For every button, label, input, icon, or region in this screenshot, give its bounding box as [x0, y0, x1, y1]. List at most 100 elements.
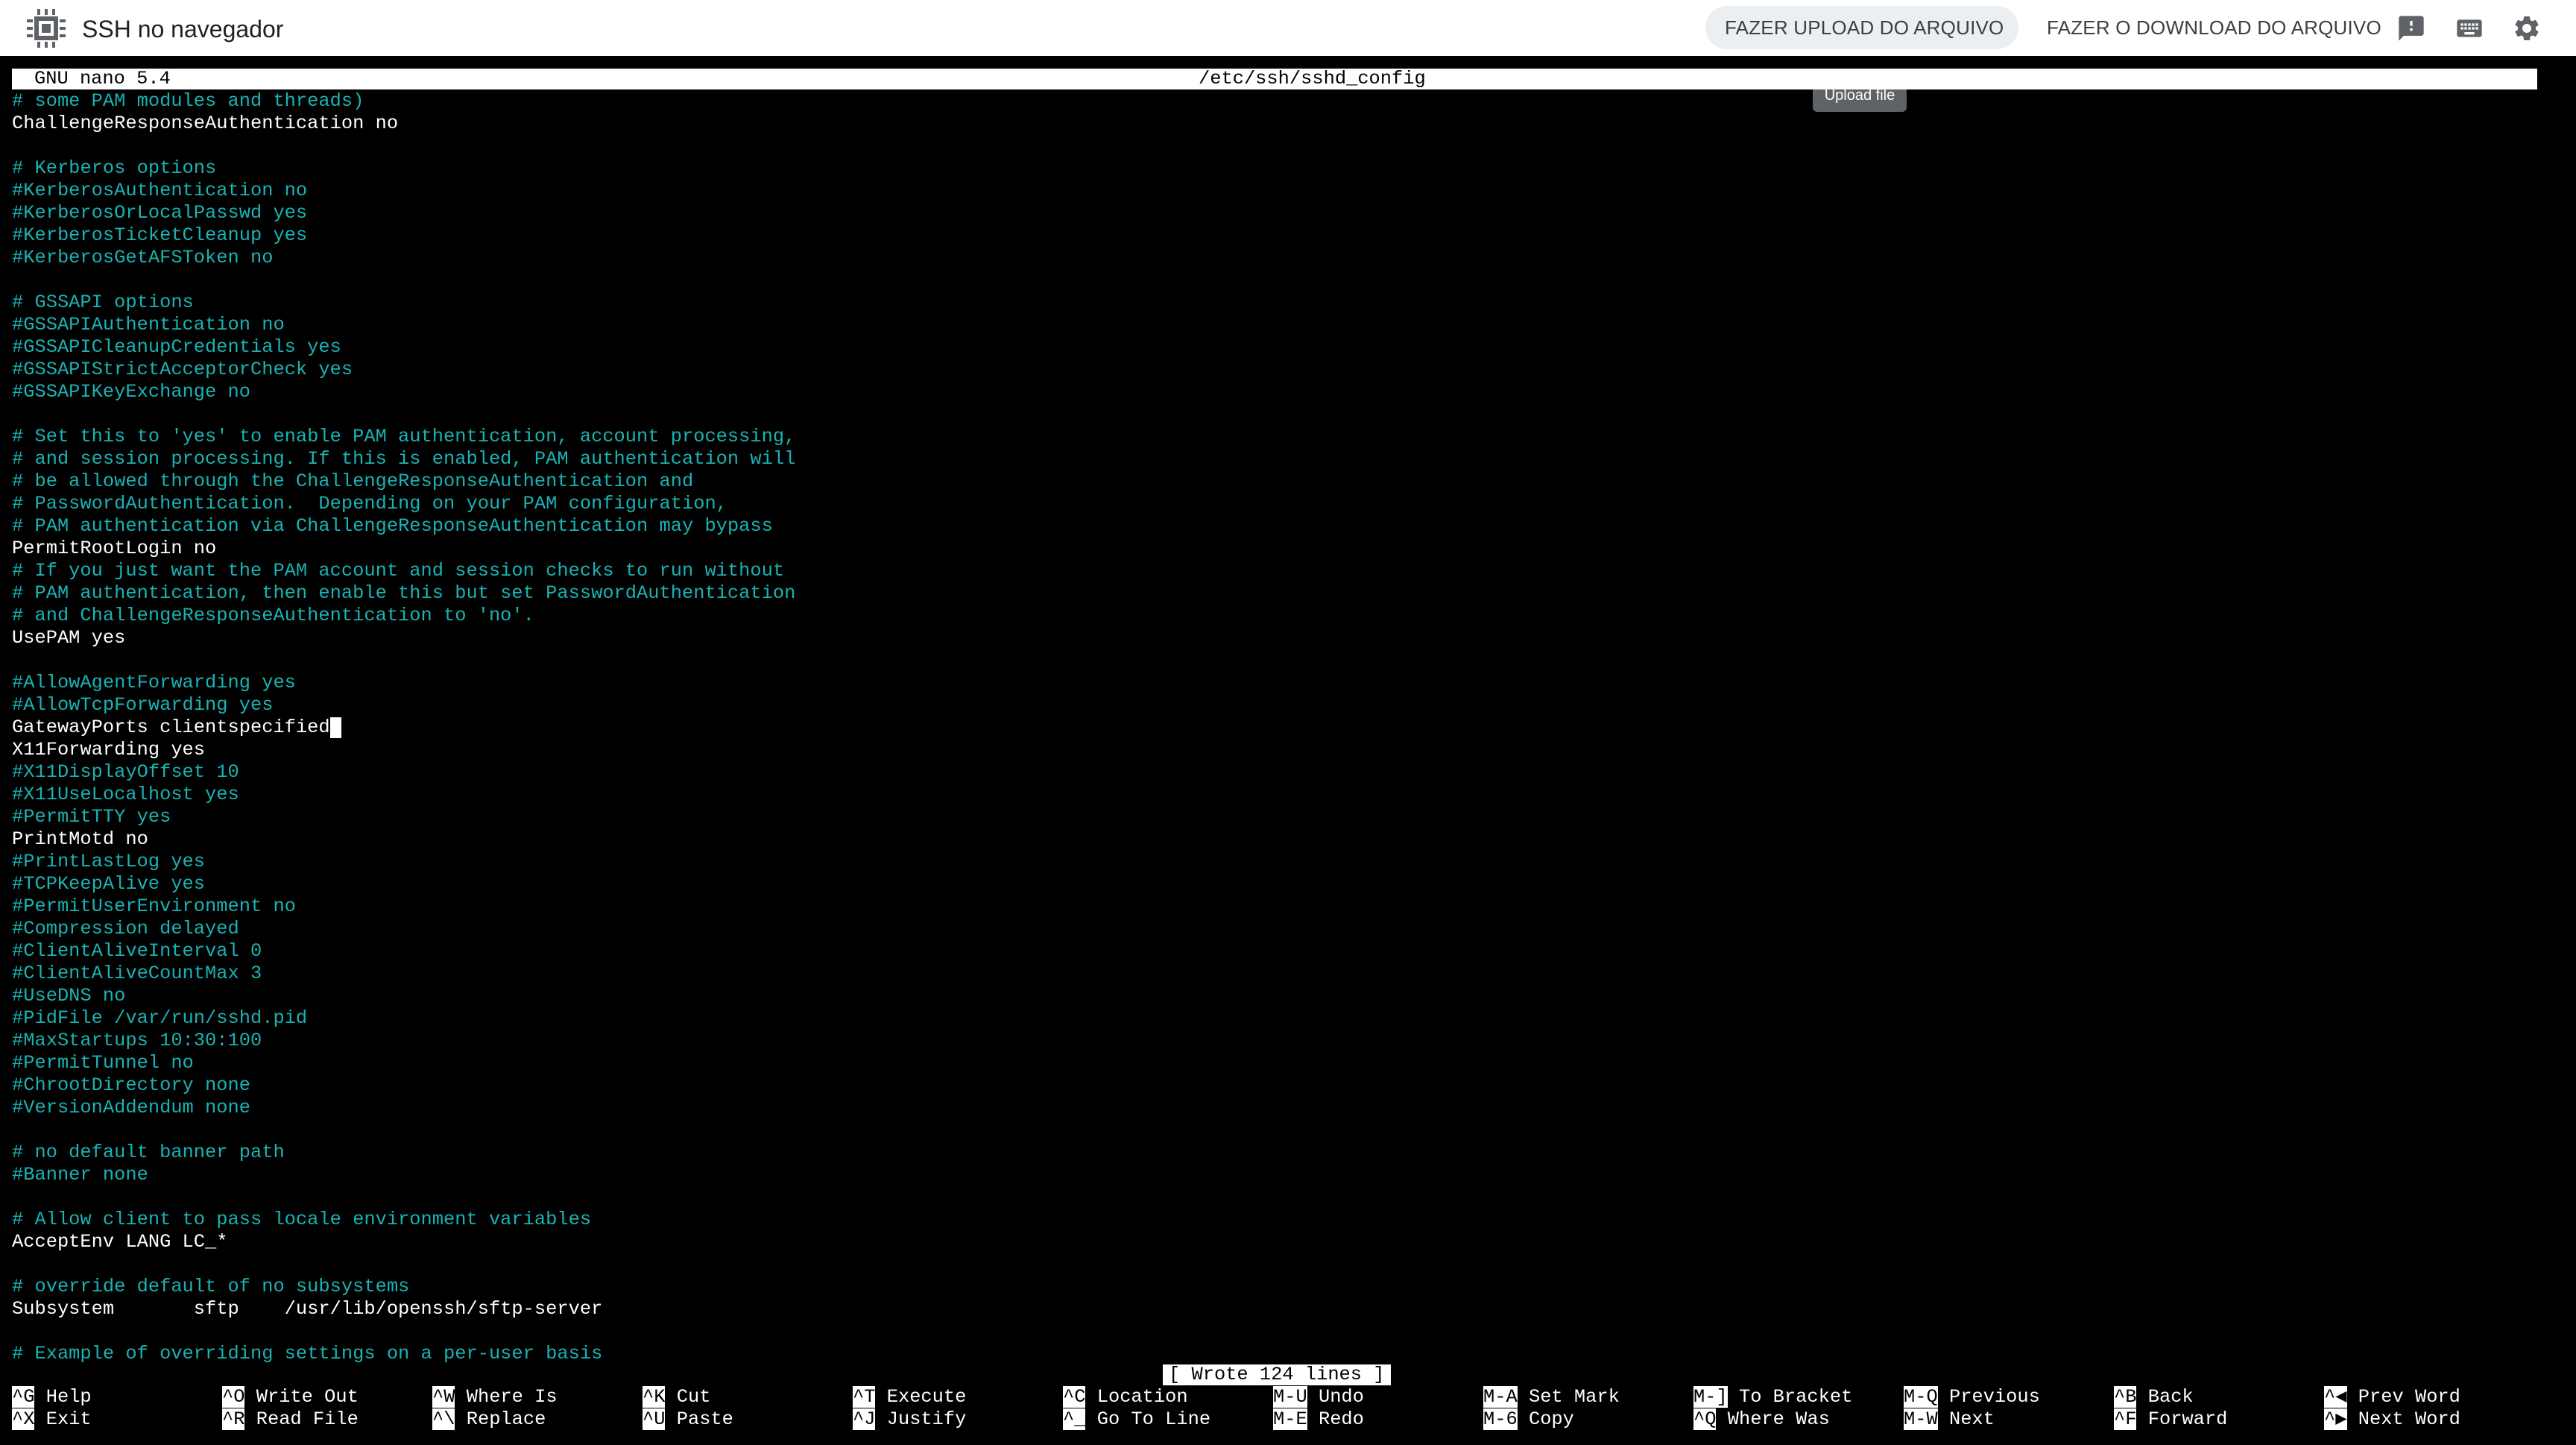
shortcut-item: ^X Exit [12, 1408, 92, 1431]
editor-line[interactable] [12, 1320, 795, 1343]
editor-line[interactable] [12, 1253, 795, 1276]
nano-title-bar: GNU nano 5.4 /etc/ssh/sshd_config [12, 69, 2537, 89]
download-file-button[interactable]: FAZER O DOWNLOAD DO ARQUIVO [2027, 6, 2381, 49]
editor-line[interactable]: # PasswordAuthentication. Depending on y… [12, 493, 795, 515]
editor-line[interactable]: # Allow client to pass locale environmen… [12, 1209, 795, 1231]
shortcut-label: To Bracket [1727, 1386, 1853, 1408]
shortcut-key: M-A [1483, 1386, 1518, 1408]
editor-line[interactable]: # PAM authentication via ChallengeRespon… [12, 515, 795, 538]
editor-line[interactable]: # Example of overriding settings on a pe… [12, 1343, 795, 1365]
editor-line[interactable]: # override default of no subsystems [12, 1276, 795, 1298]
editor-line[interactable]: #GSSAPICleanupCredentials yes [12, 336, 795, 359]
editor-line[interactable]: #KerberosTicketCleanup yes [12, 224, 795, 247]
editor-line-text: #GSSAPIStrictAcceptorCheck yes [12, 359, 353, 380]
editor-line[interactable]: #VersionAddendum none [12, 1097, 795, 1119]
feedback-icon[interactable] [2396, 13, 2426, 43]
editor-line-text: #X11DisplayOffset 10 [12, 761, 239, 783]
editor-content[interactable]: # some PAM modules and threads) Challenge… [12, 90, 795, 1365]
text-cursor [329, 717, 341, 738]
editor-line[interactable]: #AllowTcpForwarding yes [12, 694, 795, 717]
editor-line[interactable]: GatewayPorts clientspecified [12, 717, 795, 739]
editor-line[interactable]: #ClientAliveInterval 0 [12, 940, 795, 963]
editor-line[interactable] [12, 135, 795, 157]
editor-line-text: PermitRootLogin no [12, 538, 217, 559]
shortcut-key: ^W [432, 1386, 455, 1408]
editor-line[interactable]: #GSSAPIKeyExchange no [12, 381, 795, 403]
editor-line-text: #GSSAPIKeyExchange no [12, 381, 250, 403]
editor-line[interactable]: #ChrootDirectory none [12, 1074, 795, 1097]
editor-line[interactable]: # GSSAPI options [12, 292, 795, 314]
editor-line[interactable]: AcceptEnv LANG LC_* [12, 1231, 795, 1253]
editor-line[interactable]: #AllowAgentForwarding yes [12, 672, 795, 694]
shortcut-item: ^C Location [1063, 1386, 1188, 1408]
editor-line[interactable]: #GSSAPIStrictAcceptorCheck yes [12, 359, 795, 381]
editor-line[interactable]: #Compression delayed [12, 918, 795, 940]
editor-line[interactable]: # Kerberos options [12, 157, 795, 180]
editor-line[interactable]: # and session processing. If this is ena… [12, 448, 795, 470]
editor-line[interactable]: UsePAM yes [12, 627, 795, 649]
editor-line[interactable]: PermitRootLogin no [12, 538, 795, 560]
shortcut-item: ^_ Go To Line [1063, 1408, 1210, 1431]
shortcut-key: ^C [1063, 1386, 1086, 1408]
editor-line[interactable]: #KerberosGetAFSToken no [12, 247, 795, 269]
editor-line[interactable]: PrintMotd no [12, 828, 795, 851]
editor-line[interactable]: #PermitUserEnvironment no [12, 895, 795, 918]
editor-line-text: #PidFile /var/run/sshd.pid [12, 1007, 308, 1029]
editor-line[interactable]: #PermitTTY yes [12, 806, 795, 828]
editor-line[interactable]: Subsystem sftp /usr/lib/openssh/sftp-ser… [12, 1298, 795, 1320]
editor-line-text: # Allow client to pass locale environmen… [12, 1209, 592, 1230]
editor-line-text: # PAM authentication via ChallengeRespon… [12, 515, 773, 537]
shortcut-item: M-Q Previous [1904, 1386, 2040, 1408]
editor-line-text: #TCPKeepAlive yes [12, 873, 206, 895]
editor-line[interactable]: #KerberosAuthentication no [12, 180, 795, 202]
editor-line[interactable]: #KerberosOrLocalPasswd yes [12, 202, 795, 224]
shortcut-item: ^J Justify [853, 1408, 966, 1431]
shortcut-key: ^K [643, 1386, 666, 1408]
keyboard-icon[interactable] [2452, 13, 2487, 43]
editor-line[interactable]: #PidFile /var/run/sshd.pid [12, 1007, 795, 1030]
editor-line-text: #ClientAliveCountMax 3 [12, 963, 262, 984]
editor-line[interactable] [12, 1186, 795, 1209]
editor-line[interactable] [12, 403, 795, 426]
editor-line[interactable] [12, 269, 795, 292]
editor-line[interactable]: # be allowed through the ChallengeRespon… [12, 470, 795, 493]
editor-line[interactable]: #X11DisplayOffset 10 [12, 761, 795, 784]
shortcut-label: Go To Line [1085, 1408, 1211, 1430]
shortcut-key: ^R [222, 1408, 245, 1430]
editor-line-text: #PermitUserEnvironment no [12, 895, 296, 917]
editor-line[interactable]: #PermitTunnel no [12, 1052, 795, 1074]
gear-icon[interactable] [2512, 13, 2542, 43]
editor-line[interactable]: # some PAM modules and threads) [12, 90, 795, 113]
editor-line[interactable]: #X11UseLocalhost yes [12, 784, 795, 806]
editor-line[interactable]: #MaxStartups 10:30:100 [12, 1030, 795, 1052]
editor-line[interactable]: # no default banner path [12, 1142, 795, 1164]
editor-line[interactable]: #UseDNS no [12, 985, 795, 1007]
editor-line-text: AcceptEnv LANG LC_* [12, 1231, 228, 1253]
shortcut-item: ^F Forward [2114, 1408, 2227, 1431]
editor-line-text: # and ChallengeResponseAuthentication to… [12, 605, 534, 626]
app-title: SSH no navegador [82, 16, 284, 42]
editor-line[interactable]: # and ChallengeResponseAuthentication to… [12, 605, 795, 627]
shortcut-item: ^W Where Is [432, 1386, 558, 1408]
editor-line[interactable] [12, 1119, 795, 1142]
editor-line-text: # PAM authentication, then enable this b… [12, 582, 796, 604]
editor-line[interactable]: #ClientAliveCountMax 3 [12, 963, 795, 985]
editor-line-text: #KerberosGetAFSToken no [12, 247, 274, 268]
editor-line[interactable] [12, 649, 795, 672]
editor-line[interactable]: # If you just want the PAM account and s… [12, 560, 795, 582]
app-toolbar: SSH no navegador FAZER UPLOAD DO ARQUIVO… [0, 0, 2576, 56]
shortcut-label: Back [2136, 1386, 2194, 1408]
editor-line[interactable]: # PAM authentication, then enable this b… [12, 582, 795, 605]
editor-line[interactable]: #GSSAPIAuthentication no [12, 314, 795, 336]
shortcut-item: ^O Write Out [222, 1386, 359, 1408]
editor-line[interactable]: # Set this to 'yes' to enable PAM authen… [12, 426, 795, 448]
editor-line-text: #PermitTunnel no [12, 1052, 194, 1074]
editor-line[interactable]: #PrintLastLog yes [12, 851, 795, 873]
editor-line[interactable]: X11Forwarding yes [12, 739, 795, 761]
editor-line[interactable]: #Banner none [12, 1164, 795, 1186]
editor-line[interactable]: #TCPKeepAlive yes [12, 873, 795, 895]
upload-file-button[interactable]: FAZER UPLOAD DO ARQUIVO [1705, 6, 2018, 49]
editor-line[interactable]: ChallengeResponseAuthentication no [12, 113, 795, 135]
editor-line-text: PrintMotd no [12, 828, 148, 850]
shortcut-item: ^◀ Prev Word [2324, 1386, 2460, 1408]
